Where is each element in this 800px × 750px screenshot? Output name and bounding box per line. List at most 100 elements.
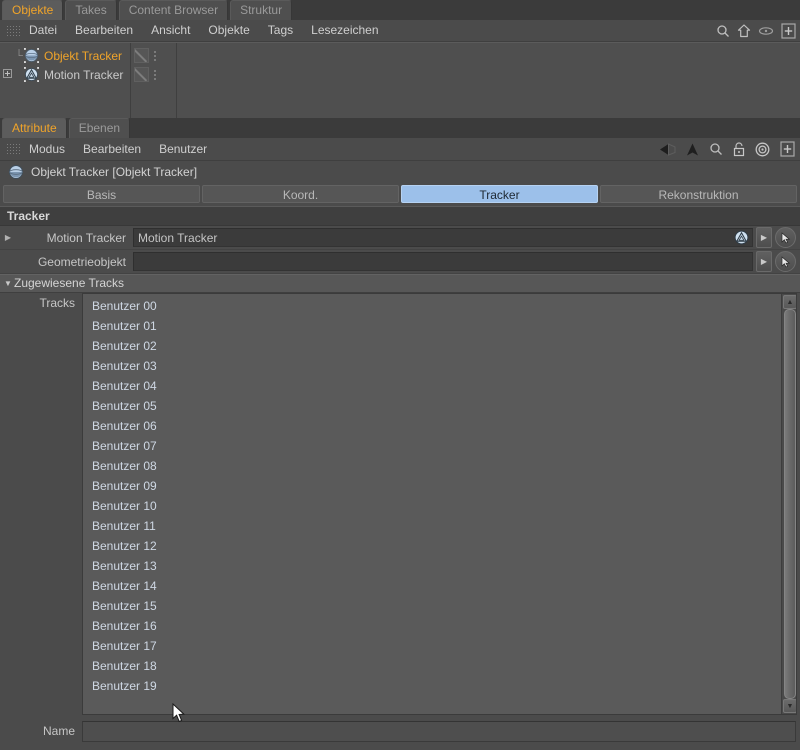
menu-grip-handle[interactable]	[6, 24, 20, 37]
plus-icon[interactable]	[781, 22, 796, 39]
field-value-motion-tracker: Motion Tracker	[138, 230, 218, 245]
track-list-item[interactable]: Benutzer 12	[83, 536, 781, 556]
track-list-item[interactable]: Benutzer 15	[83, 596, 781, 616]
chevron-down-icon[interactable]: ▼	[4, 280, 12, 288]
menu-bearbeiten[interactable]: Bearbeiten	[74, 138, 150, 160]
track-list-item[interactable]: Benutzer 19	[83, 676, 781, 696]
tree-item-objekt-tracker[interactable]: └ Objekt Tracker	[0, 46, 800, 65]
menu-grip-handle[interactable]	[6, 143, 20, 155]
tag-slash-icon[interactable]	[134, 67, 149, 82]
object-manager-panel: Objekte Takes Content Browser Struktur D…	[0, 0, 800, 118]
track-list-item[interactable]: Benutzer 08	[83, 456, 781, 476]
track-list-item[interactable]: Benutzer 03	[83, 356, 781, 376]
scroll-thumb[interactable]	[784, 309, 796, 699]
attribute-title-text: Objekt Tracker [Objekt Tracker]	[31, 165, 198, 179]
tag-dots-icon[interactable]	[154, 69, 156, 80]
track-list-item[interactable]: Benutzer 01	[83, 316, 781, 336]
tree-item-label: Objekt Tracker	[44, 48, 123, 63]
field-row-geometrieobjekt: Geometrieobjekt ▶	[0, 250, 800, 274]
field-picker-button-motion-tracker[interactable]	[775, 227, 796, 248]
eye-icon[interactable]	[758, 26, 774, 36]
plus-box-icon[interactable]	[2, 69, 12, 78]
track-list-item[interactable]: Benutzer 05	[83, 396, 781, 416]
menu-modus[interactable]: Modus	[20, 138, 74, 160]
track-list-item[interactable]: Benutzer 16	[83, 616, 781, 636]
disclosure-triangle-icon[interactable]: ▶	[0, 233, 16, 242]
menu-benutzer[interactable]: Benutzer	[150, 138, 216, 160]
list-label-tracks: Tracks	[39, 296, 75, 310]
tab-ebenen[interactable]: Ebenen	[68, 118, 131, 138]
track-list-item[interactable]: Benutzer 00	[83, 296, 781, 316]
tracks-listbox[interactable]: Benutzer 00 Benutzer 01 Benutzer 02 Benutze…	[82, 293, 797, 715]
menu-datei[interactable]: Datei	[20, 20, 66, 41]
track-list-item[interactable]: Benutzer 17	[83, 636, 781, 656]
lock-icon[interactable]	[733, 141, 745, 157]
field-input-motion-tracker[interactable]: Motion Tracker	[133, 228, 753, 247]
search-icon[interactable]	[709, 142, 723, 156]
attribute-manager-toolbar-icons	[659, 138, 795, 160]
tag-slash-icon[interactable]	[134, 48, 149, 63]
tab-tracker[interactable]: Tracker	[401, 185, 598, 203]
property-tabs: Basis Koord. Tracker Rekonstruktion	[3, 185, 797, 203]
object-tree[interactable]: └ Objekt Tracker Motion Tracker	[0, 42, 800, 118]
search-icon[interactable]	[716, 24, 730, 38]
attribute-object-title: Objekt Tracker [Objekt Tracker]	[0, 161, 800, 183]
tab-attribute[interactable]: Attribute	[2, 118, 67, 138]
tracks-list-row: Tracks Benutzer 00 Benutzer 01 Benutzer 02…	[0, 293, 800, 717]
scroll-down-button[interactable]: ▼	[783, 699, 796, 713]
field-label-motion-tracker: Motion Tracker	[46, 230, 126, 245]
section-header-tracker: Tracker	[0, 206, 800, 226]
plus-icon[interactable]	[780, 141, 795, 157]
tree-branch-glyph: └	[15, 49, 23, 62]
object-manager-toolbar-icons	[716, 20, 796, 41]
attribute-manager-menubar: Modus Bearbeiten Benutzer	[0, 138, 800, 161]
menu-tags[interactable]: Tags	[259, 20, 302, 41]
tab-rekonstruktion[interactable]: Rekonstruktion	[600, 185, 797, 203]
track-list-item[interactable]: Benutzer 10	[83, 496, 781, 516]
target-icon[interactable]	[755, 142, 770, 157]
menu-bearbeiten[interactable]: Bearbeiten	[66, 20, 142, 41]
field-row-motion-tracker: ▶ Motion Tracker Motion Tracker ▶	[0, 226, 800, 250]
attribute-manager-panel: Attribute Ebenen Modus Bearbeiten Benutz…	[0, 118, 800, 750]
attribute-manager-tabstrip: Attribute Ebenen	[0, 118, 800, 138]
field-label-geometrieobjekt: Geometrieobjekt	[37, 254, 126, 269]
tag-cell[interactable]	[134, 67, 156, 82]
name-field-row: Name	[0, 720, 800, 742]
tab-koord[interactable]: Koord.	[202, 185, 399, 203]
tab-takes[interactable]: Takes	[65, 0, 117, 20]
tracks-list-items: Benutzer 00 Benutzer 01 Benutzer 02 Benutze…	[83, 294, 781, 714]
tab-basis[interactable]: Basis	[3, 185, 200, 203]
field-picker-button-geometrieobjekt[interactable]	[775, 251, 796, 272]
tab-struktur[interactable]: Struktur	[230, 0, 293, 20]
field-dropdown-button-motion-tracker[interactable]: ▶	[756, 227, 772, 248]
track-list-item[interactable]: Benutzer 07	[83, 436, 781, 456]
tree-item-label: Motion Tracker	[44, 67, 124, 82]
menu-objekte[interactable]: Objekte	[199, 20, 258, 41]
tag-cell[interactable]	[134, 48, 156, 63]
field-input-name[interactable]	[82, 720, 796, 742]
field-dropdown-button-geometrieobjekt[interactable]: ▶	[756, 251, 772, 272]
menu-lesezeichen[interactable]: Lesezeichen	[302, 20, 387, 41]
tree-item-motion-tracker[interactable]: Motion Tracker	[0, 65, 800, 84]
field-input-geometrieobjekt[interactable]	[133, 252, 753, 271]
expand-toggle-motion-tracker[interactable]	[0, 69, 14, 80]
motion-tracker-chip-icon	[734, 230, 749, 245]
track-list-item[interactable]: Benutzer 04	[83, 376, 781, 396]
tag-dots-icon[interactable]	[154, 50, 156, 61]
track-list-item[interactable]: Benutzer 06	[83, 416, 781, 436]
track-list-item[interactable]: Benutzer 11	[83, 516, 781, 536]
track-list-item[interactable]: Benutzer 09	[83, 476, 781, 496]
scroll-up-button[interactable]: ▲	[783, 295, 796, 309]
up-arrow-icon[interactable]	[686, 143, 699, 156]
tab-objekte[interactable]: Objekte	[2, 0, 64, 20]
menu-ansicht[interactable]: Ansicht	[142, 20, 199, 41]
track-list-item[interactable]: Benutzer 13	[83, 556, 781, 576]
track-list-item[interactable]: Benutzer 14	[83, 576, 781, 596]
track-list-item[interactable]: Benutzer 18	[83, 656, 781, 676]
track-list-item[interactable]: Benutzer 02	[83, 336, 781, 356]
tab-content-browser[interactable]: Content Browser	[118, 0, 229, 20]
group-header-zugewiesene-tracks[interactable]: ▼ Zugewiesene Tracks	[0, 274, 800, 293]
tracks-scrollbar[interactable]: ▲ ▼	[781, 294, 796, 714]
back-arrow-icon[interactable]	[659, 142, 676, 156]
home-icon[interactable]	[737, 23, 751, 38]
